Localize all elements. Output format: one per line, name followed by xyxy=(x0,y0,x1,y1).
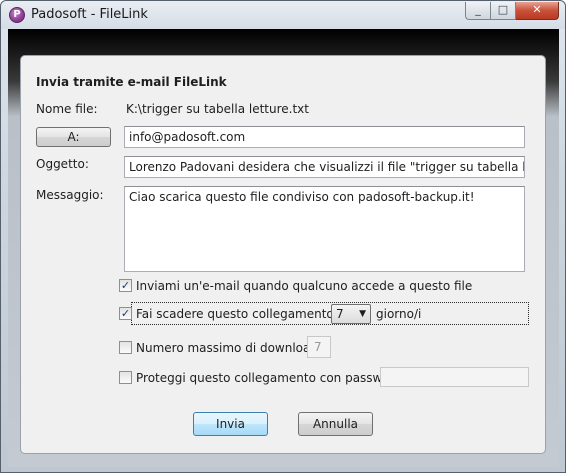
filename-label: Nome file: xyxy=(36,102,98,116)
subject-field[interactable]: Lorenzo Padovani desidera che visualizzi… xyxy=(124,156,525,178)
password-label[interactable]: Proteggi questo collegamento con passwor… xyxy=(136,371,406,385)
maximize-icon[interactable]: □ xyxy=(491,2,516,20)
subject-label: Oggetto: xyxy=(36,157,89,171)
notify-label[interactable]: Inviami un'e-mail quando qualcuno accede… xyxy=(136,279,472,293)
to-button[interactable]: A: xyxy=(36,127,111,147)
padosoft-app-icon[interactable]: P xyxy=(9,7,25,23)
minimize-icon[interactable]: _ xyxy=(465,2,491,20)
password-field[interactable] xyxy=(380,367,529,387)
to-field[interactable]: info@padosoft.com xyxy=(124,126,525,148)
expire-days-value: 7 xyxy=(336,307,344,321)
password-checkbox[interactable] xyxy=(119,371,132,384)
maxdl-input[interactable]: 7 xyxy=(307,336,331,358)
expire-unit-label: giorno/i xyxy=(376,307,422,321)
close-icon[interactable]: ✕ xyxy=(516,2,559,20)
message-label: Messaggio: xyxy=(36,188,104,202)
expire-days-select[interactable]: 7 ▼ xyxy=(331,304,371,324)
expire-checkbox[interactable]: ✓ xyxy=(119,307,132,320)
dialog-heading: Invia tramite e-mail FileLink xyxy=(36,75,227,89)
filename-value: K:\trigger su tabella letture.txt xyxy=(126,102,309,116)
message-field[interactable]: Ciao scarica questo file condiviso con p… xyxy=(124,186,525,272)
maxdl-checkbox[interactable] xyxy=(119,341,132,354)
expire-label[interactable]: Fai scadere questo collegamento in: xyxy=(136,307,353,321)
title-bar[interactable]: P Padosoft - FileLink _ □ ✕ xyxy=(1,1,565,29)
window-title: Padosoft - FileLink xyxy=(31,7,148,22)
send-button[interactable]: Invia xyxy=(193,412,268,436)
chevron-down-icon: ▼ xyxy=(359,309,366,319)
cancel-button[interactable]: Annulla xyxy=(298,412,373,436)
notify-checkbox[interactable]: ✓ xyxy=(119,279,132,292)
window-controls: _ □ ✕ xyxy=(465,2,559,20)
maxdl-label[interactable]: Numero massimo di download: xyxy=(136,341,322,355)
